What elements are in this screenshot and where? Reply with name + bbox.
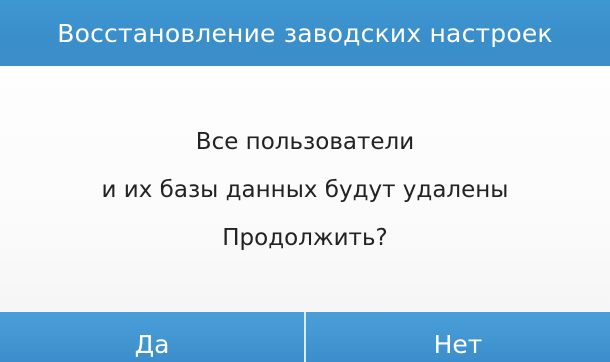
yes-button[interactable]: Да	[0, 312, 304, 362]
factory-reset-dialog: Восстановление заводских настроек Все по…	[0, 0, 610, 362]
title-bar: Восстановление заводских настроек	[0, 0, 610, 66]
dialog-message: Все пользователи и их базы данных будут …	[0, 118, 610, 262]
no-button[interactable]: Нет	[306, 312, 610, 362]
button-bar: Да Нет	[0, 312, 610, 362]
dialog-title: Восстановление заводских настроек	[57, 18, 553, 48]
message-line-users: Все пользователи	[195, 129, 415, 155]
message-line-continue: Продолжить?	[222, 225, 388, 251]
message-line-databases: и их базы данных будут удалены	[101, 177, 509, 203]
